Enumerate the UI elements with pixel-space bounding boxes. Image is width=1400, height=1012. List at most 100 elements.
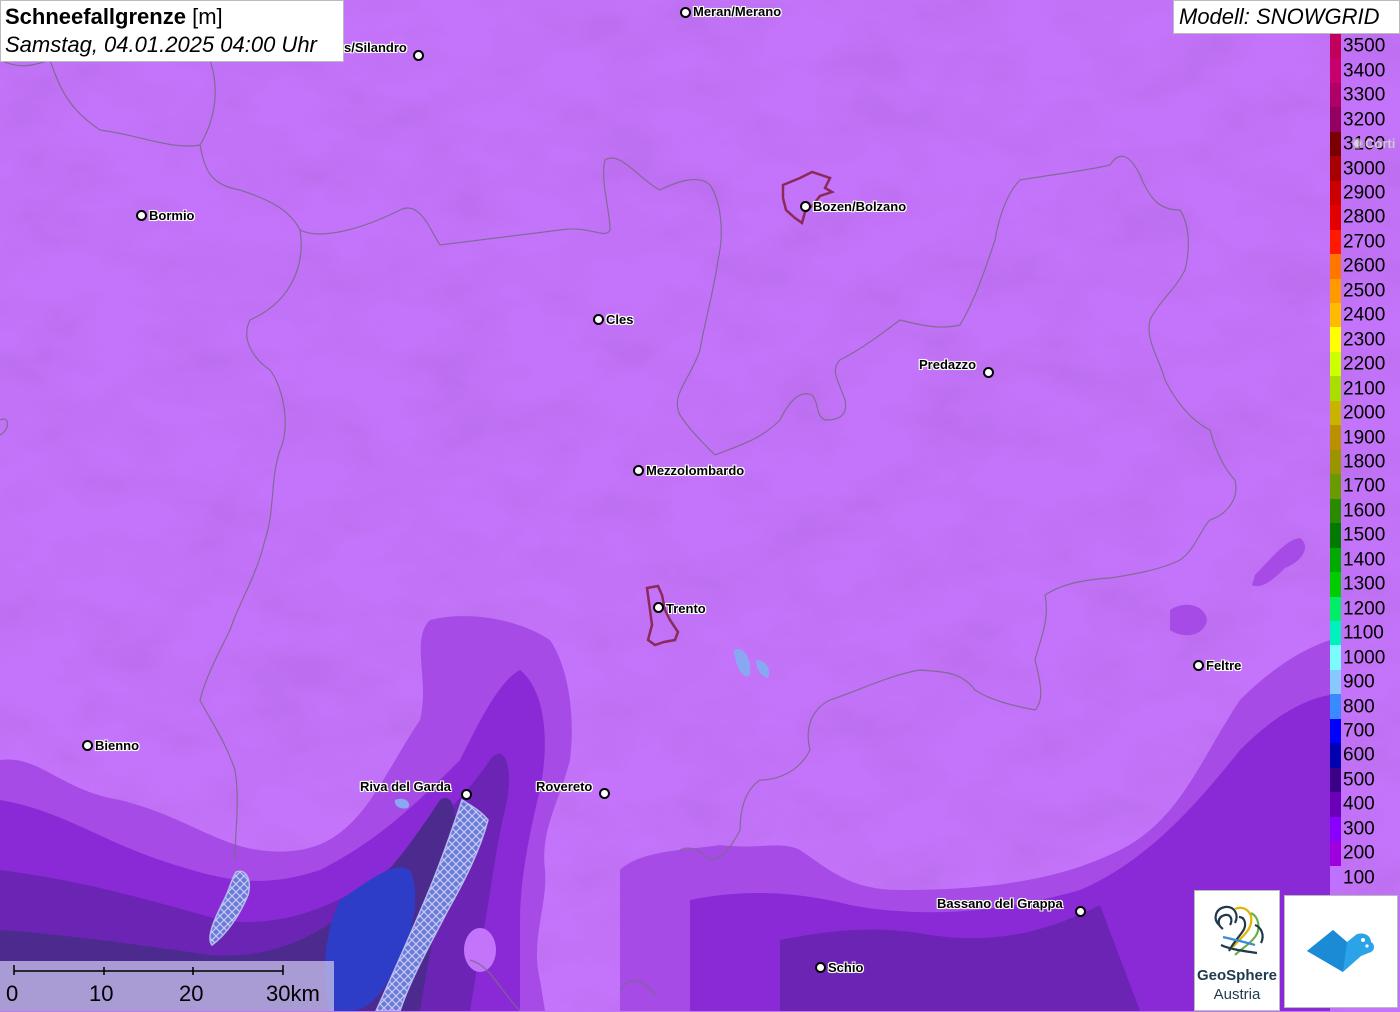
legend-label: 3500 <box>1343 35 1386 57</box>
scale-label-30km: 30km <box>266 981 320 1006</box>
legend-item-700: 700 <box>1328 718 1400 744</box>
legend-label: 1000 <box>1343 647 1386 669</box>
legend-label: 2900 <box>1343 182 1386 204</box>
legend-swatch <box>1330 180 1341 206</box>
city-marker-bienno[interactable] <box>82 740 93 751</box>
geosphere-emblem-icon <box>1214 905 1264 956</box>
city-marker-mezzolombardo[interactable] <box>633 465 644 476</box>
legend-swatch <box>1330 792 1341 817</box>
legend-item-900: 900 <box>1328 669 1400 695</box>
legend-item-1300: 1300 <box>1328 572 1400 597</box>
legend-swatch <box>1330 376 1341 401</box>
scale-bar-ruler <box>13 965 284 975</box>
legend-swatch <box>1330 498 1341 524</box>
legend-item-1900: 1900 <box>1328 425 1400 450</box>
scale-label-10: 10 <box>89 981 114 1006</box>
legend-label: 2000 <box>1343 402 1386 424</box>
city-label-riva-del-garda: Riva del Garda <box>360 779 452 794</box>
model-label: Modell: SNOWGRID <box>1173 0 1400 34</box>
city-label-cles: Cles <box>606 312 634 327</box>
city-label-predazzo: Predazzo <box>919 357 977 372</box>
legend-label: 400 <box>1343 793 1375 815</box>
city-label-bozen-bolzano: Bozen/Bolzano <box>813 199 907 214</box>
legend-swatch <box>1330 596 1341 621</box>
legend-item-1100: 1100 <box>1328 620 1400 646</box>
city-label-bienno: Bienno <box>95 738 140 753</box>
legend-item-1400: 1400 <box>1328 547 1400 573</box>
city-marker-schio[interactable] <box>815 962 826 973</box>
app-snow-cloud-icon <box>1307 930 1374 972</box>
legend-swatch <box>1330 767 1341 793</box>
city-marker-bozen-bolzano[interactable] <box>800 201 811 212</box>
city-marker-bassano-del-grappa[interactable] <box>1075 906 1086 917</box>
legend-label: 2700 <box>1343 231 1386 253</box>
city-label-bormio: Bormio <box>149 208 195 223</box>
legend-label: 3300 <box>1343 84 1386 106</box>
legend-item-3500: 3500 <box>1328 34 1400 59</box>
legend-swatch <box>1330 425 1341 450</box>
legend-swatch <box>1330 523 1341 548</box>
legend-swatch <box>1330 743 1341 768</box>
legend-item-3200: 3200 <box>1328 107 1400 132</box>
legend-swatch <box>1330 620 1341 646</box>
legend-swatch <box>1330 82 1341 108</box>
legend-swatch <box>1330 572 1341 597</box>
forecast-map[interactable] <box>0 0 1400 1011</box>
city-marker-trento[interactable] <box>653 602 664 613</box>
legend-item-500: 500 <box>1328 767 1400 793</box>
legend-item-600: 600 <box>1328 743 1400 768</box>
legend-label: 100 <box>1343 867 1375 889</box>
legend-item-2700: 2700 <box>1328 229 1400 255</box>
legend-label: 2200 <box>1343 353 1386 375</box>
city-marker-cles[interactable] <box>593 314 604 325</box>
city-marker-bormio[interactable] <box>136 210 147 221</box>
geosphere-country: Austria <box>1213 986 1261 1003</box>
map-title-box: Schneefallgrenze [m] Samstag, 04.01.2025… <box>0 0 344 62</box>
city-marker-feltre[interactable] <box>1193 660 1204 671</box>
legend-label: 1500 <box>1343 524 1386 546</box>
city-marker-s-silandro[interactable] <box>413 50 424 61</box>
legend-label: 500 <box>1343 769 1375 791</box>
legend-swatch <box>1330 816 1341 842</box>
legend-swatch <box>1330 718 1341 744</box>
legend-item-1200: 1200 <box>1328 596 1400 621</box>
snowline-gap <box>464 928 496 972</box>
scale-bar: 0 10 20 30km <box>0 961 334 1011</box>
city-marker-corti[interactable] <box>1352 138 1363 149</box>
legend-label: 300 <box>1343 818 1375 840</box>
city-marker-rovereto[interactable] <box>599 788 610 799</box>
geosphere-logo[interactable]: GeoSphere Austria <box>1194 890 1280 1011</box>
legend-swatch <box>1330 34 1341 59</box>
legend-label: 2300 <box>1343 329 1386 351</box>
city-label-trento: Trento <box>666 601 706 616</box>
legend-label: 2600 <box>1343 255 1386 277</box>
legend-label: 200 <box>1343 842 1375 864</box>
city-label-mezzolombardo: Mezzolombardo <box>646 463 745 478</box>
city-marker-riva-del-garda[interactable] <box>461 789 472 800</box>
legend-label: 2500 <box>1343 280 1386 302</box>
legend-label: 1300 <box>1343 573 1386 595</box>
legend-label: 700 <box>1343 720 1375 742</box>
scale-label-20: 20 <box>179 981 204 1006</box>
city-label-meran-merano: Meran/Merano <box>693 4 782 19</box>
city-marker-predazzo[interactable] <box>983 367 994 378</box>
legend-label: 1900 <box>1343 427 1386 449</box>
parameter-unit: [m] <box>192 4 223 29</box>
map-title: Schneefallgrenze [m] <box>5 3 339 31</box>
legend-label: 2100 <box>1343 378 1386 400</box>
city-label-corti: Corti <box>1365 136 1396 151</box>
legend-swatch <box>1330 449 1341 475</box>
scale-label-0: 0 <box>6 981 19 1006</box>
legend-item-2900: 2900 <box>1328 180 1400 206</box>
legend-label: 600 <box>1343 744 1375 766</box>
parameter-name: Schneefallgrenze <box>5 4 186 29</box>
app-logo[interactable] <box>1284 895 1398 1008</box>
legend-item-2800: 2800 <box>1328 205 1400 230</box>
legend-item-1000: 1000 <box>1328 645 1400 670</box>
legend-item-2100: 2100 <box>1328 376 1400 401</box>
city-label-schio: Schio <box>828 960 864 975</box>
legend-label: 800 <box>1343 696 1375 718</box>
city-marker-meran-merano[interactable] <box>680 7 691 18</box>
legend-item-3400: 3400 <box>1328 58 1400 83</box>
legend-label: 1800 <box>1343 451 1386 473</box>
